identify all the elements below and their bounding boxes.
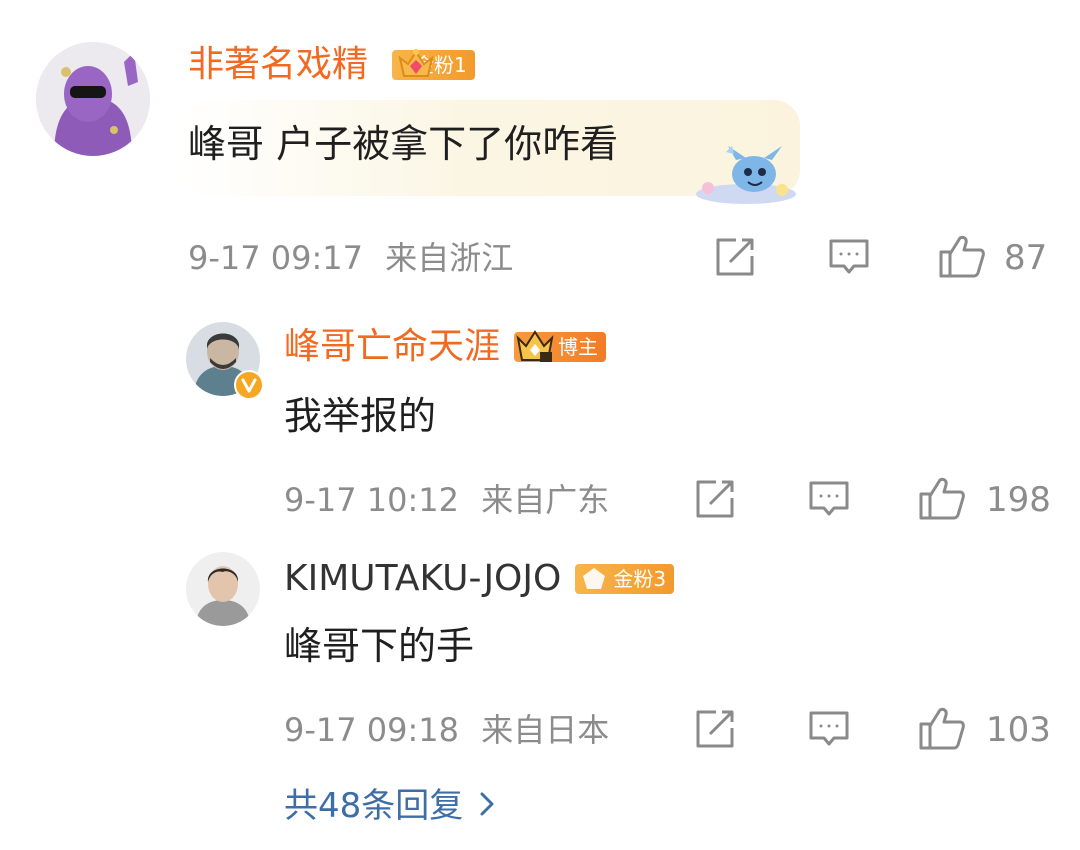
like-count: 103 [986, 710, 1051, 750]
timestamp: 9-17 10:12 [284, 481, 460, 519]
username[interactable]: KIMUTAKU-JOJO [284, 557, 561, 601]
like-count: 198 [986, 480, 1051, 520]
location: 来自日本 [481, 711, 610, 749]
avatar[interactable] [186, 552, 260, 626]
comment-icon[interactable] [808, 478, 850, 520]
reply-meta: 9-17 09:18 来自日本 [284, 710, 609, 750]
share-icon[interactable] [714, 236, 756, 278]
comment-text: 峰哥 户子被拿下了你咋看 [188, 122, 619, 166]
comment-icon[interactable] [828, 236, 870, 278]
reply-meta: 9-17 10:12 来自广东 [284, 480, 609, 520]
comment-meta: 9-17 09:17 来自浙江 [188, 238, 513, 278]
username[interactable]: 非著名戏精 [188, 43, 368, 87]
view-more-replies-link[interactable]: 共48条回复 [284, 784, 495, 828]
reply-username-row: KIMUTAKU-JOJO 金粉3 [284, 556, 675, 602]
crown-icon [396, 44, 436, 88]
timestamp: 9-17 09:18 [284, 711, 460, 749]
thumbs-up-icon[interactable] [918, 704, 966, 752]
pentagon-badge-icon [581, 566, 607, 596]
like-count: 87 [1004, 238, 1048, 278]
comment-username-row: 非著名戏精 金粉1 [188, 42, 475, 88]
comment-icon[interactable] [808, 708, 850, 750]
location: 来自广东 [481, 481, 610, 519]
reply-text: 我举报的 [284, 394, 437, 438]
chevron-right-icon [479, 791, 495, 821]
fan-badge-wrapper: 金粉3 [575, 564, 675, 596]
more-replies-label: 共48条回复 [284, 786, 464, 826]
sticker-decoration [690, 138, 802, 210]
share-icon[interactable] [694, 708, 736, 750]
timestamp: 9-17 09:17 [188, 239, 364, 277]
host-badge-wrapper: 博主 [514, 330, 607, 362]
reply-text: 峰哥下的手 [284, 624, 475, 668]
thumbs-up-icon[interactable] [918, 474, 966, 522]
share-icon[interactable] [694, 478, 736, 520]
username[interactable]: 峰哥亡命天涯 [284, 325, 500, 369]
location: 来自浙江 [385, 239, 514, 277]
reply-username-row: 峰哥亡命天涯 博主 [284, 324, 607, 370]
verified-v-icon [234, 370, 264, 400]
avatar[interactable] [36, 42, 150, 156]
thumbs-up-icon[interactable] [938, 232, 986, 280]
crown-icon [514, 326, 556, 370]
